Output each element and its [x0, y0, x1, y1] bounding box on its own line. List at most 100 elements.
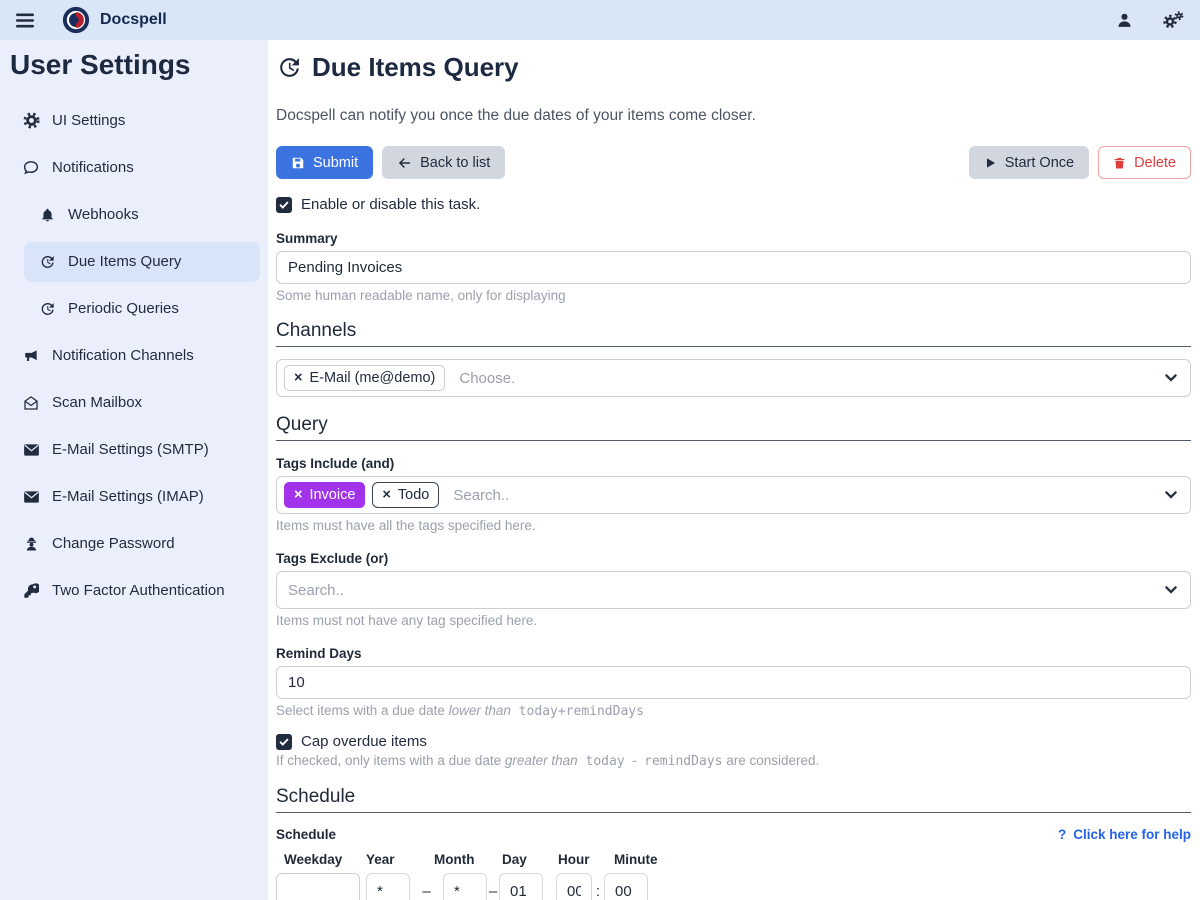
envelope-icon — [22, 490, 40, 504]
submit-label: Submit — [313, 155, 358, 171]
help-code: today+remindDays — [511, 704, 644, 719]
envelope-open-icon — [22, 395, 40, 411]
sidebar-item-change-password[interactable]: Change Password — [0, 520, 268, 567]
history-icon — [276, 55, 301, 80]
enable-task-label: Enable or disable this task. — [301, 196, 480, 213]
chip-label: Invoice — [309, 487, 355, 503]
sidebar-item-label: E-Mail Settings (SMTP) — [52, 441, 209, 458]
tags-exclude-placeholder: Search.. — [288, 582, 344, 599]
day-input[interactable] — [499, 873, 543, 900]
help-text: If checked, only items with a due date — [276, 753, 505, 768]
chip-close-icon[interactable]: × — [382, 488, 390, 503]
sidebar-item-scan-mailbox[interactable]: Scan Mailbox — [0, 379, 268, 426]
envelope-icon — [22, 443, 40, 457]
hour-input[interactable] — [556, 873, 592, 900]
sidebar-item-label: UI Settings — [52, 112, 125, 129]
sidebar-item-webhooks[interactable]: Webhooks — [0, 191, 268, 238]
tags-include-multiselect[interactable]: × Invoice × Todo Search.. — [276, 476, 1191, 514]
channels-placeholder: Choose. — [459, 370, 515, 387]
remind-days-input[interactable] — [276, 666, 1191, 699]
summary-help: Some human readable name, only for displ… — [276, 288, 1191, 303]
chip-close-icon[interactable]: × — [294, 488, 302, 503]
col-month: Month — [434, 852, 502, 867]
sidebar-item-label: Notifications — [52, 159, 134, 176]
sidebar-item-email-imap[interactable]: E-Mail Settings (IMAP) — [0, 473, 268, 520]
cap-overdue-checkbox[interactable] — [276, 734, 292, 750]
sidebar-item-label: Scan Mailbox — [52, 394, 142, 411]
summary-input[interactable] — [276, 251, 1191, 284]
col-hour: Hour — [558, 852, 614, 867]
sidebar-item-label: E-Mail Settings (IMAP) — [52, 488, 204, 505]
schedule-help-link-text: Click here for help — [1073, 827, 1191, 842]
question-icon: ? — [1058, 827, 1066, 842]
sidebar-title: User Settings — [0, 40, 268, 81]
minute-input[interactable] — [604, 873, 648, 900]
cap-overdue-help: If checked, only items with a due date g… — [276, 753, 1191, 769]
tags-exclude-help: Items must not have any tag specified he… — [276, 613, 1191, 628]
tags-exclude-multiselect[interactable]: Search.. — [276, 571, 1191, 609]
start-once-button[interactable]: Start Once — [969, 146, 1089, 179]
tag-chip-todo[interactable]: × Todo — [372, 482, 439, 508]
col-day: Day — [502, 852, 558, 867]
back-to-list-button[interactable]: Back to list — [382, 146, 505, 179]
tag-chip-invoice[interactable]: × Invoice — [284, 482, 365, 508]
col-minute: Minute — [614, 852, 674, 867]
chevron-down-icon[interactable] — [1165, 491, 1177, 499]
weekday-select[interactable] — [276, 873, 360, 900]
month-input[interactable] — [443, 873, 487, 900]
app-title: Docspell — [100, 11, 167, 29]
sidebar-item-ui-settings[interactable]: UI Settings — [0, 97, 268, 144]
remind-days-help: Select items with a due date lower than … — [276, 703, 1191, 719]
help-text: are considered. — [722, 753, 819, 768]
date-separator: – — [487, 883, 499, 900]
key-icon — [22, 583, 40, 599]
delete-button[interactable]: Delete — [1098, 146, 1191, 179]
schedule-help-link[interactable]: ? Click here for help — [1058, 827, 1191, 842]
remind-days-label: Remind Days — [276, 646, 1191, 661]
year-input[interactable] — [366, 873, 410, 900]
sidebar-item-label: Due Items Query — [68, 253, 181, 270]
main-content: Due Items Query Docspell can notify you … — [268, 40, 1200, 900]
bullhorn-icon — [22, 348, 40, 364]
help-italic: greater than — [505, 753, 578, 768]
chevron-down-icon[interactable] — [1165, 586, 1177, 594]
chip-close-icon[interactable]: × — [294, 371, 302, 386]
sidebar-item-due-items-query[interactable]: Due Items Query — [24, 242, 260, 282]
history-icon — [38, 254, 56, 270]
menu-hamburger-icon[interactable] — [16, 13, 34, 28]
comment-icon — [22, 159, 40, 176]
schedule-label: Schedule — [276, 827, 336, 842]
start-once-label: Start Once — [1005, 155, 1074, 171]
cap-overdue-row: Cap overdue items — [276, 733, 1191, 750]
topbar: Docspell — [0, 0, 1200, 40]
toolbar-left: Submit Back to list — [276, 146, 505, 179]
sidebar-item-email-smtp[interactable]: E-Mail Settings (SMTP) — [0, 426, 268, 473]
channels-multiselect[interactable]: × E-Mail (me@demo) Choose. — [276, 359, 1191, 397]
help-code: remindDays — [644, 754, 722, 769]
sidebar-item-notifications[interactable]: Notifications — [0, 144, 268, 191]
sidebar-item-two-factor[interactable]: Two Factor Authentication — [0, 567, 268, 614]
time-separator: : — [592, 883, 604, 900]
channel-chip[interactable]: × E-Mail (me@demo) — [284, 365, 445, 391]
enable-task-checkbox[interactable] — [276, 197, 292, 213]
trash-icon — [1113, 156, 1126, 170]
user-account-icon[interactable] — [1116, 12, 1133, 29]
sidebar-item-notification-channels[interactable]: Notification Channels — [0, 332, 268, 379]
docspell-logo[interactable] — [62, 6, 90, 34]
help-italic: lower than — [449, 703, 511, 718]
col-weekday: Weekday — [276, 852, 366, 867]
submit-button[interactable]: Submit — [276, 146, 373, 179]
tags-include-help: Items must have all the tags specified h… — [276, 518, 1191, 533]
arrow-left-icon — [397, 156, 412, 170]
chevron-down-icon[interactable] — [1165, 374, 1177, 382]
chip-label: E-Mail (me@demo) — [309, 370, 435, 386]
query-section-header: Query — [276, 414, 1191, 441]
save-icon — [291, 156, 305, 170]
help-dash: - — [625, 753, 645, 768]
col-year: Year — [366, 852, 434, 867]
date-separator: – — [410, 883, 443, 900]
tags-include-label: Tags Include (and) — [276, 456, 1191, 471]
sidebar-item-periodic-queries[interactable]: Periodic Queries — [0, 285, 268, 332]
cogs-icon[interactable] — [1163, 11, 1184, 29]
back-label: Back to list — [420, 155, 490, 171]
